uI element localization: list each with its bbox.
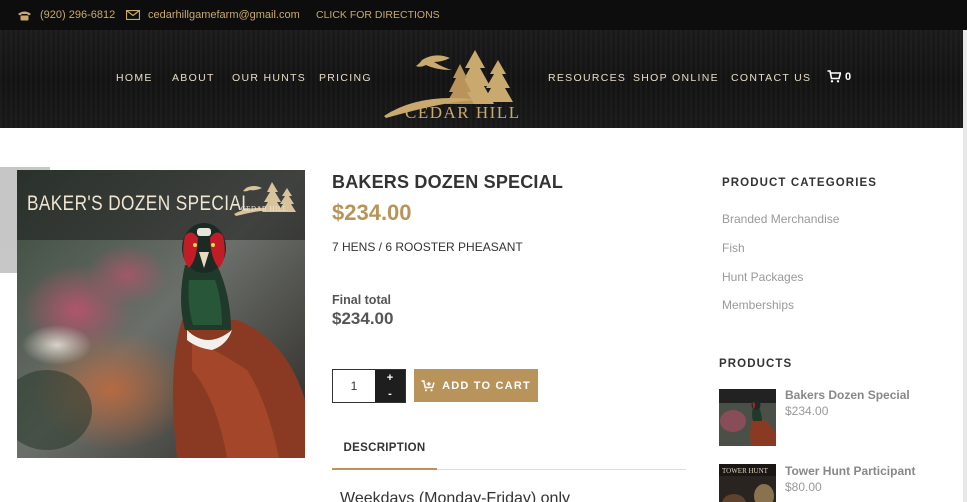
product-thumb-bakers-dozen[interactable] [719, 389, 776, 446]
product-title: BAKERS DOZEN SPECIAL [332, 172, 564, 192]
product-tabs: DESCRIPTION [332, 428, 686, 470]
quantity-increase-button[interactable]: + [375, 370, 405, 386]
svg-text:TOWER HUNT: TOWER HUNT [722, 467, 769, 475]
product-thumb-tower-hunt[interactable]: TOWER HUNT [719, 464, 776, 502]
product-image[interactable]: BAKER'S DOZEN SPECIAL CEDAR HILL [17, 170, 305, 458]
sidebar-product-name-1[interactable]: Tower Hunt Participant [785, 464, 915, 478]
final-total-value: $234.00 [332, 309, 394, 328]
image-logo [234, 182, 296, 216]
top-bar: (920) 296-6812 cedarhillgamefarm@gmail.c… [0, 0, 967, 30]
quantity-decrease-button[interactable]: - [375, 386, 405, 402]
email-link[interactable]: cedarhillgamefarm@gmail.com [126, 0, 300, 30]
nav-home[interactable]: HOME [116, 72, 153, 84]
nav-contact-us[interactable]: CONTACT US [731, 72, 811, 84]
sidebar-product-price-1: $80.00 [785, 480, 822, 494]
tab-description[interactable]: DESCRIPTION [332, 428, 437, 470]
cart-count: 0 [845, 70, 852, 83]
image-logo-text: CEDAR HILL [241, 205, 288, 213]
directions-link[interactable]: CLICK FOR DIRECTIONS [316, 0, 440, 30]
directions-label: CLICK FOR DIRECTIONS [316, 9, 440, 21]
header-cart[interactable]: 0 [827, 70, 851, 83]
description-text: Weekdays (Monday-Friday) only [340, 490, 571, 502]
phone-number: (920) 296-6812 [40, 9, 116, 21]
sidebar-product-name-0[interactable]: Bakers Dozen Special [785, 388, 910, 402]
category-link-hunt-packages[interactable]: Hunt Packages [722, 270, 803, 284]
product-price: $234.00 [332, 200, 412, 225]
category-link-fish[interactable]: Fish [722, 241, 745, 255]
category-link-branded-merchandise[interactable]: Branded Merchandise [722, 212, 839, 226]
final-total-label: Final total [332, 293, 392, 307]
category-link-memberships[interactable]: Memberships [722, 298, 794, 312]
cart-icon [827, 70, 841, 83]
nav-resources[interactable]: RESOURCES [548, 72, 626, 84]
phone-icon [18, 11, 31, 20]
mail-icon [126, 10, 140, 20]
nav-our-hunts[interactable]: OUR HUNTS [232, 72, 306, 84]
email-address: cedarhillgamefarm@gmail.com [148, 9, 300, 21]
quantity-stepper: 1 + - [332, 369, 406, 403]
add-to-cart-label: ADD TO CART [442, 379, 531, 392]
products-heading: PRODUCTS [719, 358, 793, 370]
product-categories-heading: PRODUCT CATEGORIES [722, 177, 878, 189]
sidebar-product-price-0: $234.00 [785, 404, 829, 418]
nav-about[interactable]: ABOUT [172, 72, 215, 84]
logo-text: CEDAR HILL [405, 103, 521, 122]
phone-link[interactable]: (920) 296-6812 [17, 0, 115, 30]
quantity-input[interactable]: 1 [333, 370, 375, 402]
cart-plus-icon [421, 379, 435, 391]
image-title: BAKER'S DOZEN SPECIAL [27, 192, 252, 215]
nav-shop-online[interactable]: SHOP ONLINE [633, 72, 719, 84]
nav-pricing[interactable]: PRICING [319, 72, 372, 84]
product-short-description: 7 HENS / 6 ROOSTER PHEASANT [332, 240, 523, 254]
page-scrollbar[interactable] [963, 30, 967, 502]
site-header: HOME ABOUT OUR HUNTS PRICING RESOURCES S… [0, 30, 963, 128]
add-to-cart-button[interactable]: ADD TO CART [414, 369, 538, 402]
